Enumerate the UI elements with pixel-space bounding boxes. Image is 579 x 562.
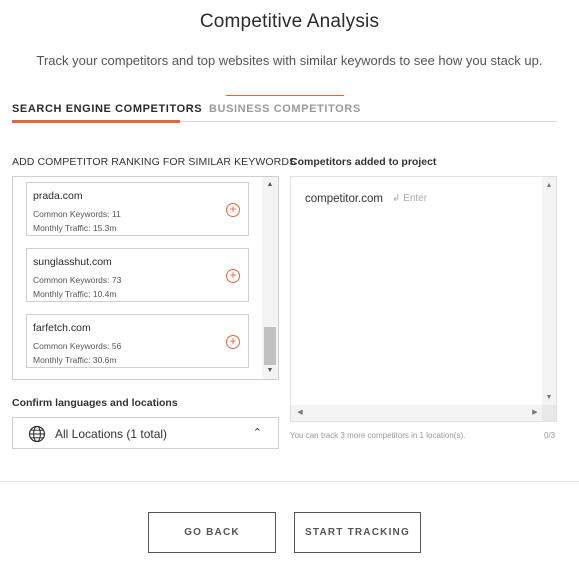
common-keywords: Common Keywords: 73: [33, 275, 122, 285]
page-title: Competitive Analysis: [199, 11, 380, 32]
competitor-domain: sunglasshut.com: [33, 256, 112, 268]
scroll-up-arrow-icon[interactable]: ▲: [262, 179, 278, 191]
scrollbar-thumb[interactable]: [264, 327, 276, 365]
add-competitor-button[interactable]: +: [226, 269, 240, 283]
scroll-down-arrow-icon[interactable]: ▼: [262, 365, 278, 377]
scroll-right-arrow-icon[interactable]: ▶: [529, 407, 541, 419]
monthly-traffic: Monthly Traffic: 15.3m: [33, 223, 117, 233]
competitor-domain: farfetch.com: [33, 322, 91, 334]
chevron-up-icon: ⌃: [252, 427, 262, 439]
scroll-left-arrow-icon[interactable]: ◀: [294, 407, 306, 419]
tab-hover-indicator: [226, 95, 344, 96]
active-tab-indicator: [12, 120, 180, 123]
competitor-card: farfetch.com Common Keywords: 56 Monthly…: [26, 314, 249, 368]
monthly-traffic: Monthly Traffic: 10.4m: [33, 289, 117, 299]
competitor-card: prada.com Common Keywords: 11 Monthly Tr…: [26, 182, 249, 236]
track-limit-note: You can track 3 more competitors in 1 lo…: [290, 431, 466, 440]
locations-dropdown[interactable]: All Locations (1 total) ⌃: [12, 417, 279, 449]
common-keywords: Common Keywords: 11: [33, 209, 121, 219]
competitor-suggestions-list[interactable]: prada.com Common Keywords: 11 Monthly Tr…: [12, 176, 279, 380]
start-tracking-button[interactable]: START TRACKING: [294, 512, 421, 553]
add-competitor-button[interactable]: +: [226, 203, 240, 217]
monthly-traffic: Monthly Traffic: 30.6m: [33, 355, 117, 365]
scroll-down-arrow-icon[interactable]: ▼: [542, 392, 556, 404]
added-competitors-field[interactable]: competitor.com ↲ Enter ▲ ▼ ◀ ▶: [290, 176, 557, 422]
added-competitors-heading: Competitors added to project: [290, 156, 437, 168]
go-back-button[interactable]: GO BACK: [148, 512, 276, 553]
added-vertical-scrollbar[interactable]: ▲ ▼: [542, 177, 556, 407]
page-subtitle: Track your competitors and top websites …: [36, 53, 543, 68]
enter-hint: ↲ Enter: [392, 193, 428, 204]
globe-icon: [28, 425, 46, 443]
footer-divider: [0, 481, 579, 482]
competitor-domain: prada.com: [33, 190, 83, 202]
competitor-card: sunglasshut.com Common Keywords: 73 Mont…: [26, 248, 249, 302]
suggestions-scrollbar[interactable]: ▲ ▼: [262, 177, 278, 379]
common-keywords: Common Keywords: 56: [33, 341, 122, 351]
locations-heading: Confirm languages and locations: [12, 397, 178, 409]
tab-search-engine-competitors[interactable]: SEARCH ENGINE COMPETITORS: [12, 103, 202, 115]
locations-selected-value: All Locations (1 total): [55, 427, 168, 441]
scroll-up-arrow-icon[interactable]: ▲: [542, 180, 556, 192]
competitor-count: 0/3: [544, 431, 556, 440]
suggestions-heading: ADD COMPETITOR RANKING FOR SIMILAR KEYWO…: [12, 156, 297, 168]
add-competitor-button[interactable]: +: [226, 335, 240, 349]
added-horizontal-scrollbar[interactable]: ◀ ▶: [291, 405, 544, 421]
scrollbar-corner: [542, 405, 556, 421]
tab-business-competitors[interactable]: BUSINESS COMPETITORS: [209, 103, 361, 115]
competitor-input-value[interactable]: competitor.com: [305, 193, 383, 205]
